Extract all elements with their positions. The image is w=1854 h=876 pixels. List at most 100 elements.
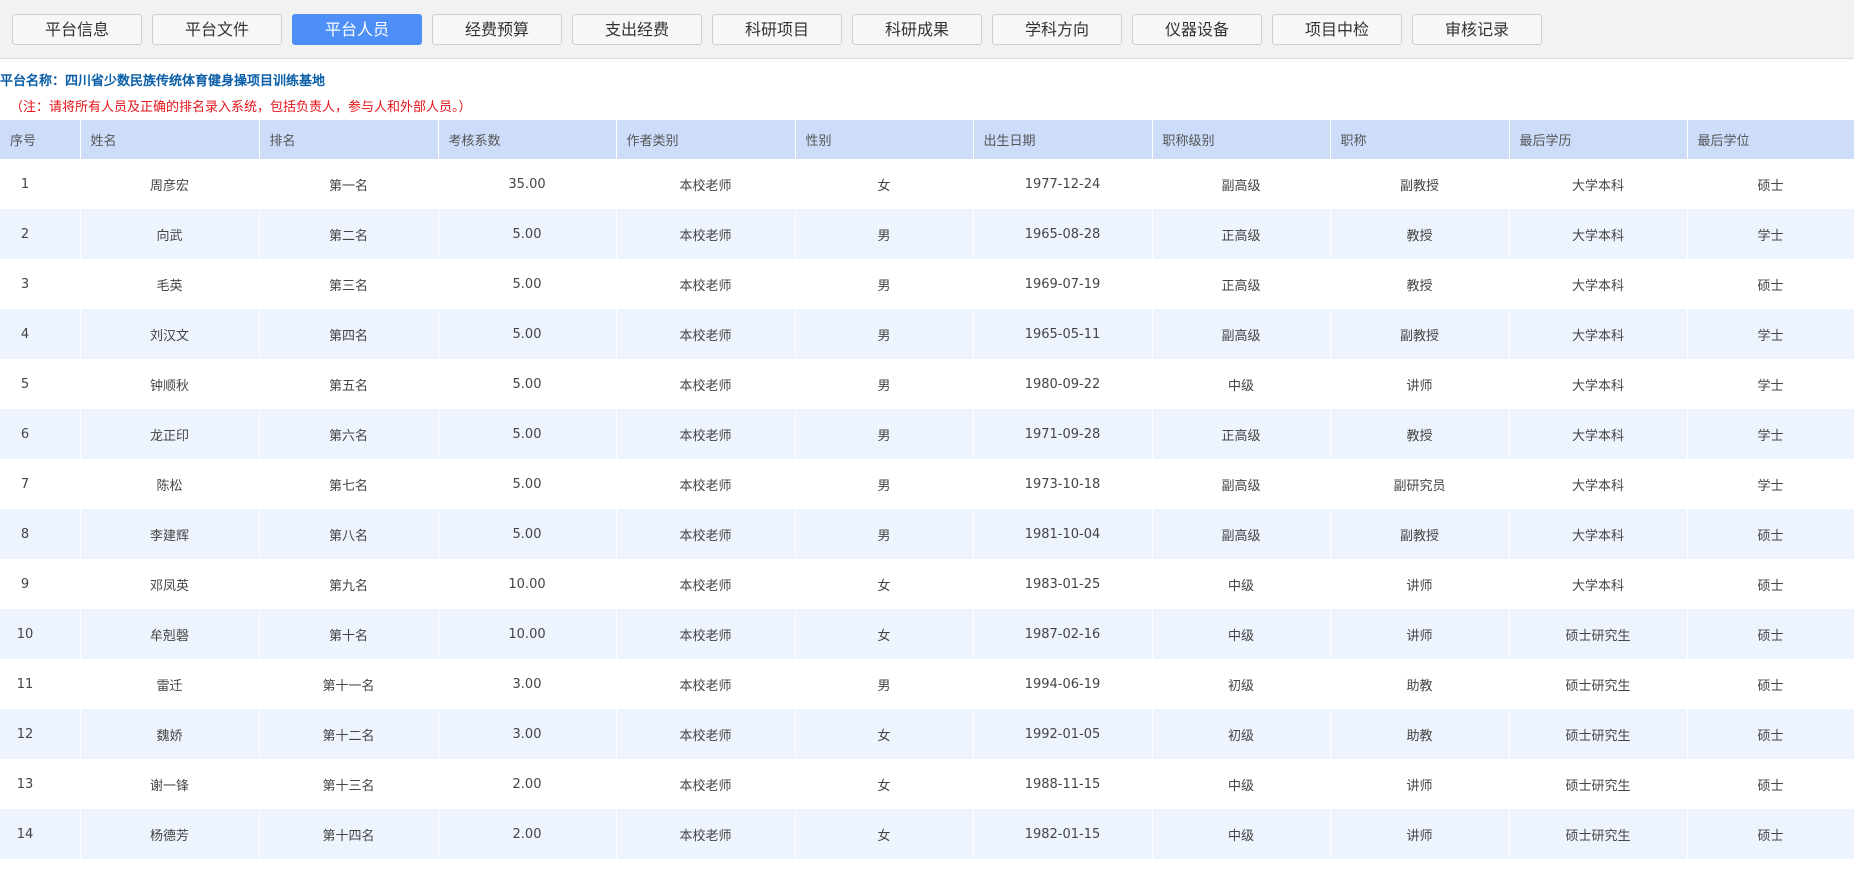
col-rank-cell: 第十四名 xyxy=(259,809,439,859)
row-index: 11 xyxy=(16,676,34,692)
col-index-cell: 11 xyxy=(0,659,81,709)
row-index: 10 xyxy=(16,626,34,642)
col-rank-cell: 第四名 xyxy=(259,309,439,359)
col-rank-cell: 第二名 xyxy=(259,209,439,259)
col-index-cell: 9 xyxy=(0,559,81,609)
col-name-cell: 魏娇 xyxy=(80,709,260,759)
table-header-row: 序号 姓名 排名 考核系数 作者类别 性别 出生日期 职称级别 职称 最后学历 最后学位 xyxy=(0,120,1854,159)
col-gender-cell: 男 xyxy=(795,659,974,709)
tab-platform-files[interactable]: 平台文件 xyxy=(152,14,282,45)
col-title-level-cell: 初级 xyxy=(1152,659,1331,709)
tab-research-projects[interactable]: 科研项目 xyxy=(712,14,842,45)
tab-research-results[interactable]: 科研成果 xyxy=(852,14,982,45)
table-row: 6 龙正印 第六名 5.00 本校老师男 1971-09-28 正高级 教授 大学本科 学士 xyxy=(0,409,1854,459)
col-gender-cell: 男 xyxy=(795,409,974,459)
col-author-type-cell: 本校老师 xyxy=(616,159,796,209)
row-index: 6 xyxy=(20,426,30,442)
tab-midterm-check[interactable]: 项目中检 xyxy=(1272,14,1402,45)
col-degree-cell: 硕士 xyxy=(1687,159,1854,209)
table-row: 13 谢一锋 第十三名 2.00 本校老师女 1988-11-15 中级 讲师 硕士研究生 硕士 xyxy=(0,759,1854,809)
col-title-level-cell: 中级 xyxy=(1152,359,1331,409)
tab-budget[interactable]: 经费预算 xyxy=(432,14,562,45)
col-degree-cell: 学士 xyxy=(1687,359,1854,409)
col-degree-cell: 硕士 xyxy=(1687,759,1854,809)
col-coefficient-cell: 5.00 xyxy=(438,309,617,359)
col-birth-date-cell: 1980-09-22 xyxy=(973,359,1153,409)
col-gender-cell: 女 xyxy=(795,609,974,659)
col-degree-header: 最后学位 xyxy=(1687,120,1854,159)
col-rank-cell: 第五名 xyxy=(259,359,439,409)
personnel-table: 序号 姓名 排名 考核系数 作者类别 性别 出生日期 职称级别 职称 最后学历 最后学位 1 周彦宏第… xyxy=(0,120,1854,859)
col-name-cell: 周彦宏 xyxy=(80,159,260,209)
table-row: 9 邓凤英 第九名 10.00 本校老师女 1983-01-25 中级 讲师 大学本科 硕士 xyxy=(0,559,1854,609)
table-row: 14 杨德芳 第十四名 2.00 本校老师女 1982-01-15 中级 讲师 硕士研究生 硕士 xyxy=(0,809,1854,859)
col-author-type-cell: 本校老师 xyxy=(616,209,796,259)
row-index: 7 xyxy=(20,476,30,492)
col-coefficient-cell: 3.00 xyxy=(438,709,617,759)
col-rank-cell: 第十名 xyxy=(259,609,439,659)
col-name-cell: 刘汉文 xyxy=(80,309,260,359)
col-coefficient-cell: 5.00 xyxy=(438,459,617,509)
col-gender-cell: 男 xyxy=(795,309,974,359)
col-gender-cell: 男 xyxy=(795,459,974,509)
col-title-level-cell: 副高级 xyxy=(1152,459,1331,509)
col-title-level-cell: 正高级 xyxy=(1152,209,1331,259)
col-rank-cell: 第一名 xyxy=(259,159,439,209)
table-row: 12 魏娇 第十二名 3.00 本校老师女 1992-01-05 初级 助教 硕士研究生 硕士 xyxy=(0,709,1854,759)
tab-disciplines[interactable]: 学科方向 xyxy=(992,14,1122,45)
col-name-cell: 牟剋磬 xyxy=(80,609,260,659)
col-name-cell: 龙正印 xyxy=(80,409,260,459)
col-birth-date-header: 出生日期 xyxy=(973,120,1153,159)
col-rank-cell: 第十三名 xyxy=(259,759,439,809)
col-title-cell: 教授 xyxy=(1330,209,1510,259)
col-title-level-header: 职称级别 xyxy=(1152,120,1331,159)
col-title-header: 职称 xyxy=(1330,120,1510,159)
tab-equipment[interactable]: 仪器设备 xyxy=(1132,14,1262,45)
col-gender-cell: 女 xyxy=(795,709,974,759)
col-gender-cell: 女 xyxy=(795,159,974,209)
col-index-header: 序号 xyxy=(0,120,81,159)
row-index: 5 xyxy=(20,376,30,392)
col-gender-cell: 男 xyxy=(795,359,974,409)
col-birth-date-cell: 1992-01-05 xyxy=(973,709,1153,759)
col-title-level-cell: 中级 xyxy=(1152,759,1331,809)
col-rank-cell: 第八名 xyxy=(259,509,439,559)
table-row: 7 陈松 第七名 5.00 本校老师男 1973-10-18 副高级 副研究员 大学本科 学士 xyxy=(0,459,1854,509)
row-index: 3 xyxy=(20,276,30,292)
col-author-type-cell: 本校老师 xyxy=(616,609,796,659)
col-education-header: 最后学历 xyxy=(1509,120,1688,159)
col-title-level-cell: 中级 xyxy=(1152,609,1331,659)
col-index-cell: 3 xyxy=(0,259,81,309)
col-birth-date-cell: 1973-10-18 xyxy=(973,459,1153,509)
col-title-level-cell: 初级 xyxy=(1152,709,1331,759)
row-index: 1 xyxy=(20,176,30,192)
col-title-cell: 副教授 xyxy=(1330,509,1510,559)
table-row: 11 雷迁 第十一名 3.00 本校老师男 1994-06-19 初级 助教 硕士研究生 硕士 xyxy=(0,659,1854,709)
tab-platform-personnel[interactable]: 平台人员 xyxy=(292,14,422,45)
col-title-cell: 讲师 xyxy=(1330,809,1510,859)
col-title-cell: 副教授 xyxy=(1330,159,1510,209)
col-author-type-header: 作者类别 xyxy=(616,120,796,159)
col-birth-date-cell: 1965-08-28 xyxy=(973,209,1153,259)
tab-expenditure[interactable]: 支出经费 xyxy=(572,14,702,45)
tab-audit-records[interactable]: 审核记录 xyxy=(1412,14,1542,45)
tab-bar: 平台信息 平台文件 平台人员 经费预算 支出经费 科研项目 科研成果 学科方向 … xyxy=(0,0,1854,59)
tab-platform-info[interactable]: 平台信息 xyxy=(12,14,142,45)
col-birth-date-cell: 1988-11-15 xyxy=(973,759,1153,809)
col-index-cell: 13 xyxy=(0,759,81,809)
col-rank-cell: 第九名 xyxy=(259,559,439,609)
col-index-cell: 12 xyxy=(0,709,81,759)
col-gender-cell: 男 xyxy=(795,259,974,309)
col-rank-cell: 第三名 xyxy=(259,259,439,309)
entry-note: （注：请将所有人员及正确的排名录入系统，包括负责人，参与人和外部人员。） xyxy=(10,100,472,115)
col-author-type-cell: 本校老师 xyxy=(616,709,796,759)
col-coefficient-cell: 5.00 xyxy=(438,209,617,259)
platform-name-label: 平台名称： xyxy=(0,74,66,89)
col-degree-cell: 硕士 xyxy=(1687,559,1854,609)
col-index-cell: 7 xyxy=(0,459,81,509)
col-title-cell: 讲师 xyxy=(1330,359,1510,409)
col-name-cell: 向武 xyxy=(80,209,260,259)
table-body: 1 周彦宏 第一名 35.00 本校老师女 1977-12-24 副高级 副教授 大学本科 硕士 2… xyxy=(0,159,1854,859)
col-index-cell: 14 xyxy=(0,809,81,859)
col-coefficient-cell: 2.00 xyxy=(438,759,617,809)
